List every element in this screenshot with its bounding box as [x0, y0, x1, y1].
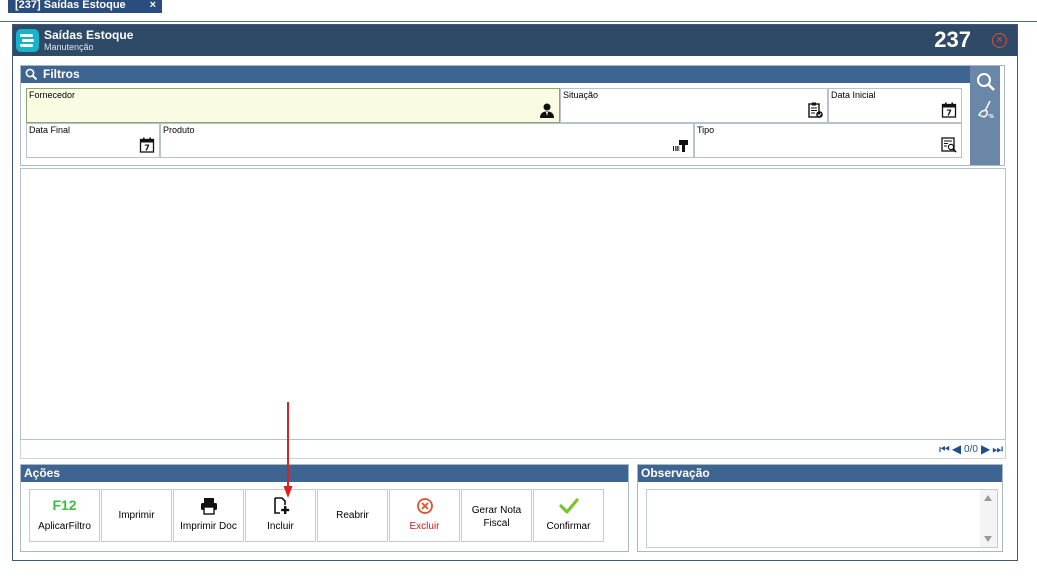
- situacao-field[interactable]: Situação: [560, 88, 828, 123]
- calendar-icon[interactable]: 7: [139, 137, 155, 153]
- reabrir-label: Reabrir: [336, 510, 369, 521]
- actions-panel: Ações F12 AplicarFiltro Imprimir Imprimi…: [20, 464, 629, 552]
- list-search-icon[interactable]: [941, 137, 957, 153]
- imprimir-button[interactable]: Imprimir: [101, 489, 172, 542]
- check-icon: [558, 498, 579, 514]
- fornecedor-field[interactable]: Fornecedor: [26, 88, 560, 123]
- calendar-icon[interactable]: 7: [941, 102, 957, 118]
- tipo-label: Tipo: [697, 125, 715, 135]
- page-count: 0/0: [964, 443, 978, 455]
- add-document-icon: [273, 497, 289, 514]
- window-number: 237: [934, 27, 971, 52]
- imprimir-doc-label: Imprimir Doc: [180, 521, 237, 532]
- first-page-icon[interactable]: ⏮: [939, 443, 950, 455]
- gerar-nota-fiscal-label: Gerar Nota Fiscal: [471, 505, 522, 529]
- window-titlebar: Saídas Estoque Manutenção 237 ×: [13, 25, 1017, 56]
- person-icon[interactable]: [539, 102, 555, 118]
- situacao-label: Situação: [563, 90, 599, 100]
- next-page-icon[interactable]: ▶: [981, 443, 990, 455]
- reabrir-button[interactable]: Reabrir: [317, 489, 388, 542]
- clipboard-check-icon[interactable]: [807, 102, 823, 118]
- tab-saidas-estoque[interactable]: [237] Saídas Estoque ×: [8, 0, 162, 13]
- grid-footer: ⏮ ◀ 0/0 ▶ ⏭: [20, 440, 1006, 459]
- data-final-label: Data Final: [29, 125, 71, 135]
- pager: ⏮ ◀ 0/0 ▶ ⏭: [939, 442, 1003, 456]
- app-logo-icon: [16, 29, 39, 52]
- window-close-icon[interactable]: ×: [992, 33, 1007, 48]
- observation-panel: Observação: [637, 464, 1003, 552]
- filters-panel: Filtros Fornecedor Situação Data Inicial…: [20, 65, 1005, 166]
- close-circle-icon: [416, 498, 433, 514]
- tipo-field[interactable]: Tipo: [694, 123, 962, 158]
- filters-title: Filtros: [43, 67, 80, 81]
- broom-icon[interactable]: [976, 99, 996, 119]
- calendar-day: 7: [946, 109, 952, 118]
- data-final-field[interactable]: Data Final 7: [26, 123, 160, 158]
- excluir-button[interactable]: Excluir: [389, 489, 460, 542]
- annotation-arrow-icon: [283, 402, 293, 498]
- aplicar-filtro-label: AplicarFiltro: [38, 521, 91, 532]
- fornecedor-label: Fornecedor: [29, 90, 76, 100]
- observation-scrollbar[interactable]: [980, 490, 997, 547]
- data-inicial-label: Data Inicial: [831, 90, 876, 100]
- confirmar-label: Confirmar: [546, 521, 591, 532]
- imprimir-doc-button[interactable]: Imprimir Doc: [173, 489, 244, 542]
- printer-icon: [200, 498, 217, 515]
- results-grid[interactable]: [20, 168, 1006, 440]
- observation-header: Observação: [638, 465, 1002, 482]
- window-subtitle: Manutenção: [44, 42, 94, 52]
- prev-page-icon[interactable]: ◀: [952, 443, 961, 455]
- excluir-label: Excluir: [409, 521, 440, 532]
- f12-icon: F12: [52, 497, 77, 513]
- search-icon: [25, 68, 38, 81]
- gerar-nota-fiscal-button[interactable]: Gerar Nota Fiscal: [461, 489, 532, 542]
- incluir-button[interactable]: Incluir: [245, 489, 316, 542]
- last-page-icon[interactable]: ⏭: [992, 443, 1003, 455]
- tab-strip: [237] Saídas Estoque ×: [0, 0, 1037, 22]
- produto-field[interactable]: Produto: [160, 123, 694, 158]
- tab-close-icon[interactable]: ×: [150, 0, 156, 11]
- calendar-day: 7: [144, 144, 150, 153]
- incluir-label: Incluir: [267, 521, 294, 532]
- filters-side-toolbar: [970, 66, 1000, 165]
- aplicar-filtro-button[interactable]: F12 AplicarFiltro: [29, 489, 100, 542]
- tab-label: [237] Saídas Estoque: [15, 0, 126, 11]
- data-inicial-field[interactable]: Data Inicial 7: [828, 88, 962, 123]
- confirmar-button[interactable]: Confirmar: [533, 489, 604, 542]
- produto-label: Produto: [163, 125, 195, 135]
- imprimir-label: Imprimir: [118, 510, 155, 521]
- barcode-scanner-icon[interactable]: [673, 137, 689, 153]
- scroll-down-icon[interactable]: [984, 536, 992, 542]
- window-title: Saídas Estoque: [44, 28, 134, 42]
- observation-textarea[interactable]: [646, 489, 998, 548]
- search-icon[interactable]: [976, 72, 996, 92]
- filters-header: Filtros: [21, 66, 970, 83]
- main-window: Saídas Estoque Manutenção 237 × Filtros: [12, 24, 1018, 561]
- actions-header: Ações: [21, 465, 628, 482]
- scroll-up-icon[interactable]: [984, 495, 992, 501]
